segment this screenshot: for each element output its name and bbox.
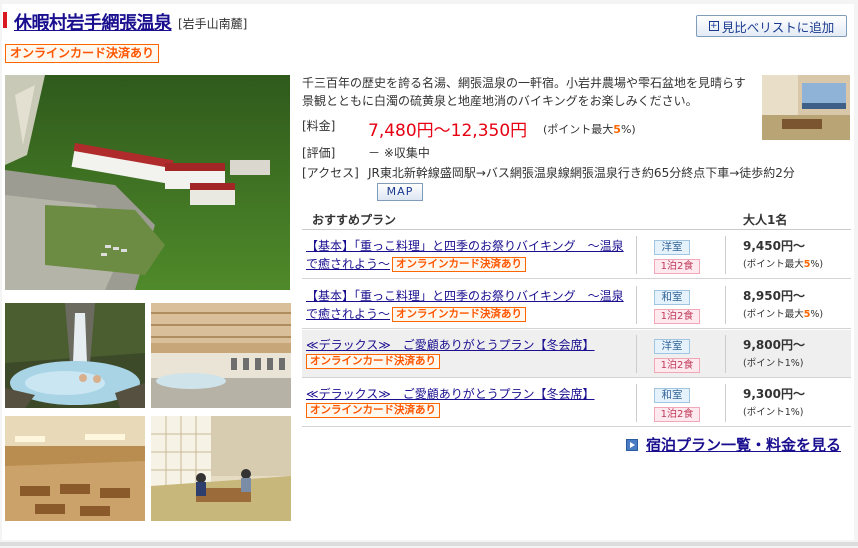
- plus-icon: +: [708, 21, 719, 31]
- online-card-badge: オンラインカード決済あり: [392, 257, 527, 272]
- plan-table-header: おすすめプラン 大人1名: [302, 208, 851, 230]
- plan-name-link[interactable]: 【基本】「重っこ料理」と四季のお祭りバイキング ～温泉で癒されよう～ オンラインカ…: [306, 287, 632, 323]
- meal-tag: 1泊2食: [654, 259, 700, 274]
- point-rate: 5: [613, 123, 621, 136]
- hotel-area: [岩手山南麓]: [178, 17, 248, 31]
- plan-price: 9,800円～: [743, 338, 805, 352]
- plan-name-link[interactable]: ≪デラックス≫ ご愛顧ありがとうプラン【冬会席】: [306, 336, 632, 354]
- plan-row: 【基本】「重っこ料理」と四季のお祭りバイキング ～温泉で癒されよう～ オンラインカ…: [302, 281, 851, 329]
- plan-price: 9,300円～: [743, 387, 805, 401]
- point-unit: %): [810, 259, 824, 270]
- room-type-tag: 洋室: [654, 240, 690, 255]
- hotel-description: 千三百年の歴史を誇る名湯、網張温泉の一軒宿。小岩井農場や雫石盆地を見晴らす景観と…: [302, 76, 746, 108]
- divider: [636, 286, 637, 324]
- all-plans-link-wrap[interactable]: 宿泊プラン一覧・料金を見る: [626, 434, 841, 455]
- meal-tag: 1泊2食: [654, 407, 700, 422]
- divider: [725, 236, 726, 274]
- all-plans-link[interactable]: 宿泊プラン一覧・料金を見る: [646, 434, 841, 455]
- outdoor-bath-photo[interactable]: [5, 303, 145, 408]
- meal-tag: 1泊2食: [654, 358, 700, 373]
- online-card-badge: オンラインカード決済あり: [306, 354, 440, 369]
- room-type-tag: 和室: [654, 388, 690, 403]
- plan-point: (ポイント最大5%): [743, 256, 823, 270]
- point-text: (ポイント最大: [743, 309, 804, 320]
- map-button[interactable]: MAP: [377, 183, 423, 201]
- room-type-tag: 洋室: [654, 339, 690, 354]
- rating-value: － ※収集中: [368, 146, 430, 160]
- plan-point: (ポイント1%): [743, 358, 804, 369]
- dining-hall-photo[interactable]: [5, 416, 145, 521]
- title-accent-bar: [3, 12, 7, 28]
- compare-button-label: 見比べリストに追加: [721, 19, 835, 35]
- plan-row: ≪デラックス≫ ご愛顧ありがとうプラン【冬会席】 オンラインカード決済あり 洋室…: [302, 330, 851, 378]
- plan-point: (ポイント最大5%): [743, 306, 823, 320]
- plan-column-header: おすすめプラン: [312, 213, 397, 227]
- divider: [0, 542, 858, 546]
- plan-price: 8,950円～: [743, 289, 805, 303]
- plan-row: ≪デラックス≫ ご愛顧ありがとうプラン【冬会席】 オンラインカード決済あり 和室…: [302, 379, 851, 427]
- guest-room-photo[interactable]: [151, 416, 291, 521]
- divider: [636, 236, 637, 274]
- plan-price: 9,450円～: [743, 239, 805, 253]
- plan-point: (ポイント1%): [743, 407, 804, 418]
- add-to-compare-button[interactable]: + 見比べリストに追加: [696, 15, 847, 37]
- plan-name-link[interactable]: ≪デラックス≫ ご愛顧ありがとうプラン【冬会席】: [306, 385, 632, 403]
- access-label: [アクセス]: [302, 166, 359, 180]
- access-value: JR東北新幹線盛岡駅→バス網張温泉線網張温泉行き約65分終点下車→徒歩約2分: [368, 166, 795, 180]
- divider: [725, 335, 726, 373]
- divider: [725, 384, 726, 422]
- hotel-aerial-photo[interactable]: [5, 75, 290, 290]
- point-text: (ポイント最大: [543, 123, 614, 136]
- rating-label: [評価]: [302, 146, 336, 160]
- meal-tag: 1泊2食: [654, 309, 700, 324]
- online-card-badge: オンラインカード決済あり: [5, 44, 160, 63]
- online-card-badge: オンラインカード決済あり: [392, 307, 527, 322]
- price-label: [料金]: [302, 119, 336, 133]
- hotel-name-link[interactable]: 休暇村岩手網張温泉: [14, 9, 172, 35]
- point-unit: %): [620, 123, 636, 136]
- room-type-tag: 和室: [654, 290, 690, 305]
- divider: [636, 335, 637, 373]
- online-card-badge: オンラインカード決済あり: [306, 403, 440, 418]
- price-point-note: (ポイント最大5%): [543, 121, 636, 137]
- point-text: (ポイント最大: [743, 259, 804, 270]
- indoor-bath-photo[interactable]: [151, 303, 291, 408]
- room-view-thumbnail[interactable]: [762, 75, 850, 140]
- plan-name-link[interactable]: 【基本】「重っこ料理」と四季のお祭りバイキング ～温泉で癒されよう～ オンラインカ…: [306, 237, 632, 273]
- price-column-header: 大人1名: [743, 213, 788, 227]
- point-unit: %): [810, 309, 824, 320]
- divider: [636, 384, 637, 422]
- divider: [725, 286, 726, 324]
- price-range: 7,480円～12,350円: [368, 121, 528, 141]
- plan-row: 【基本】「重っこ料理」と四季のお祭りバイキング ～温泉で癒されよう～ オンラインカ…: [302, 231, 851, 279]
- arrow-right-icon: [626, 438, 638, 451]
